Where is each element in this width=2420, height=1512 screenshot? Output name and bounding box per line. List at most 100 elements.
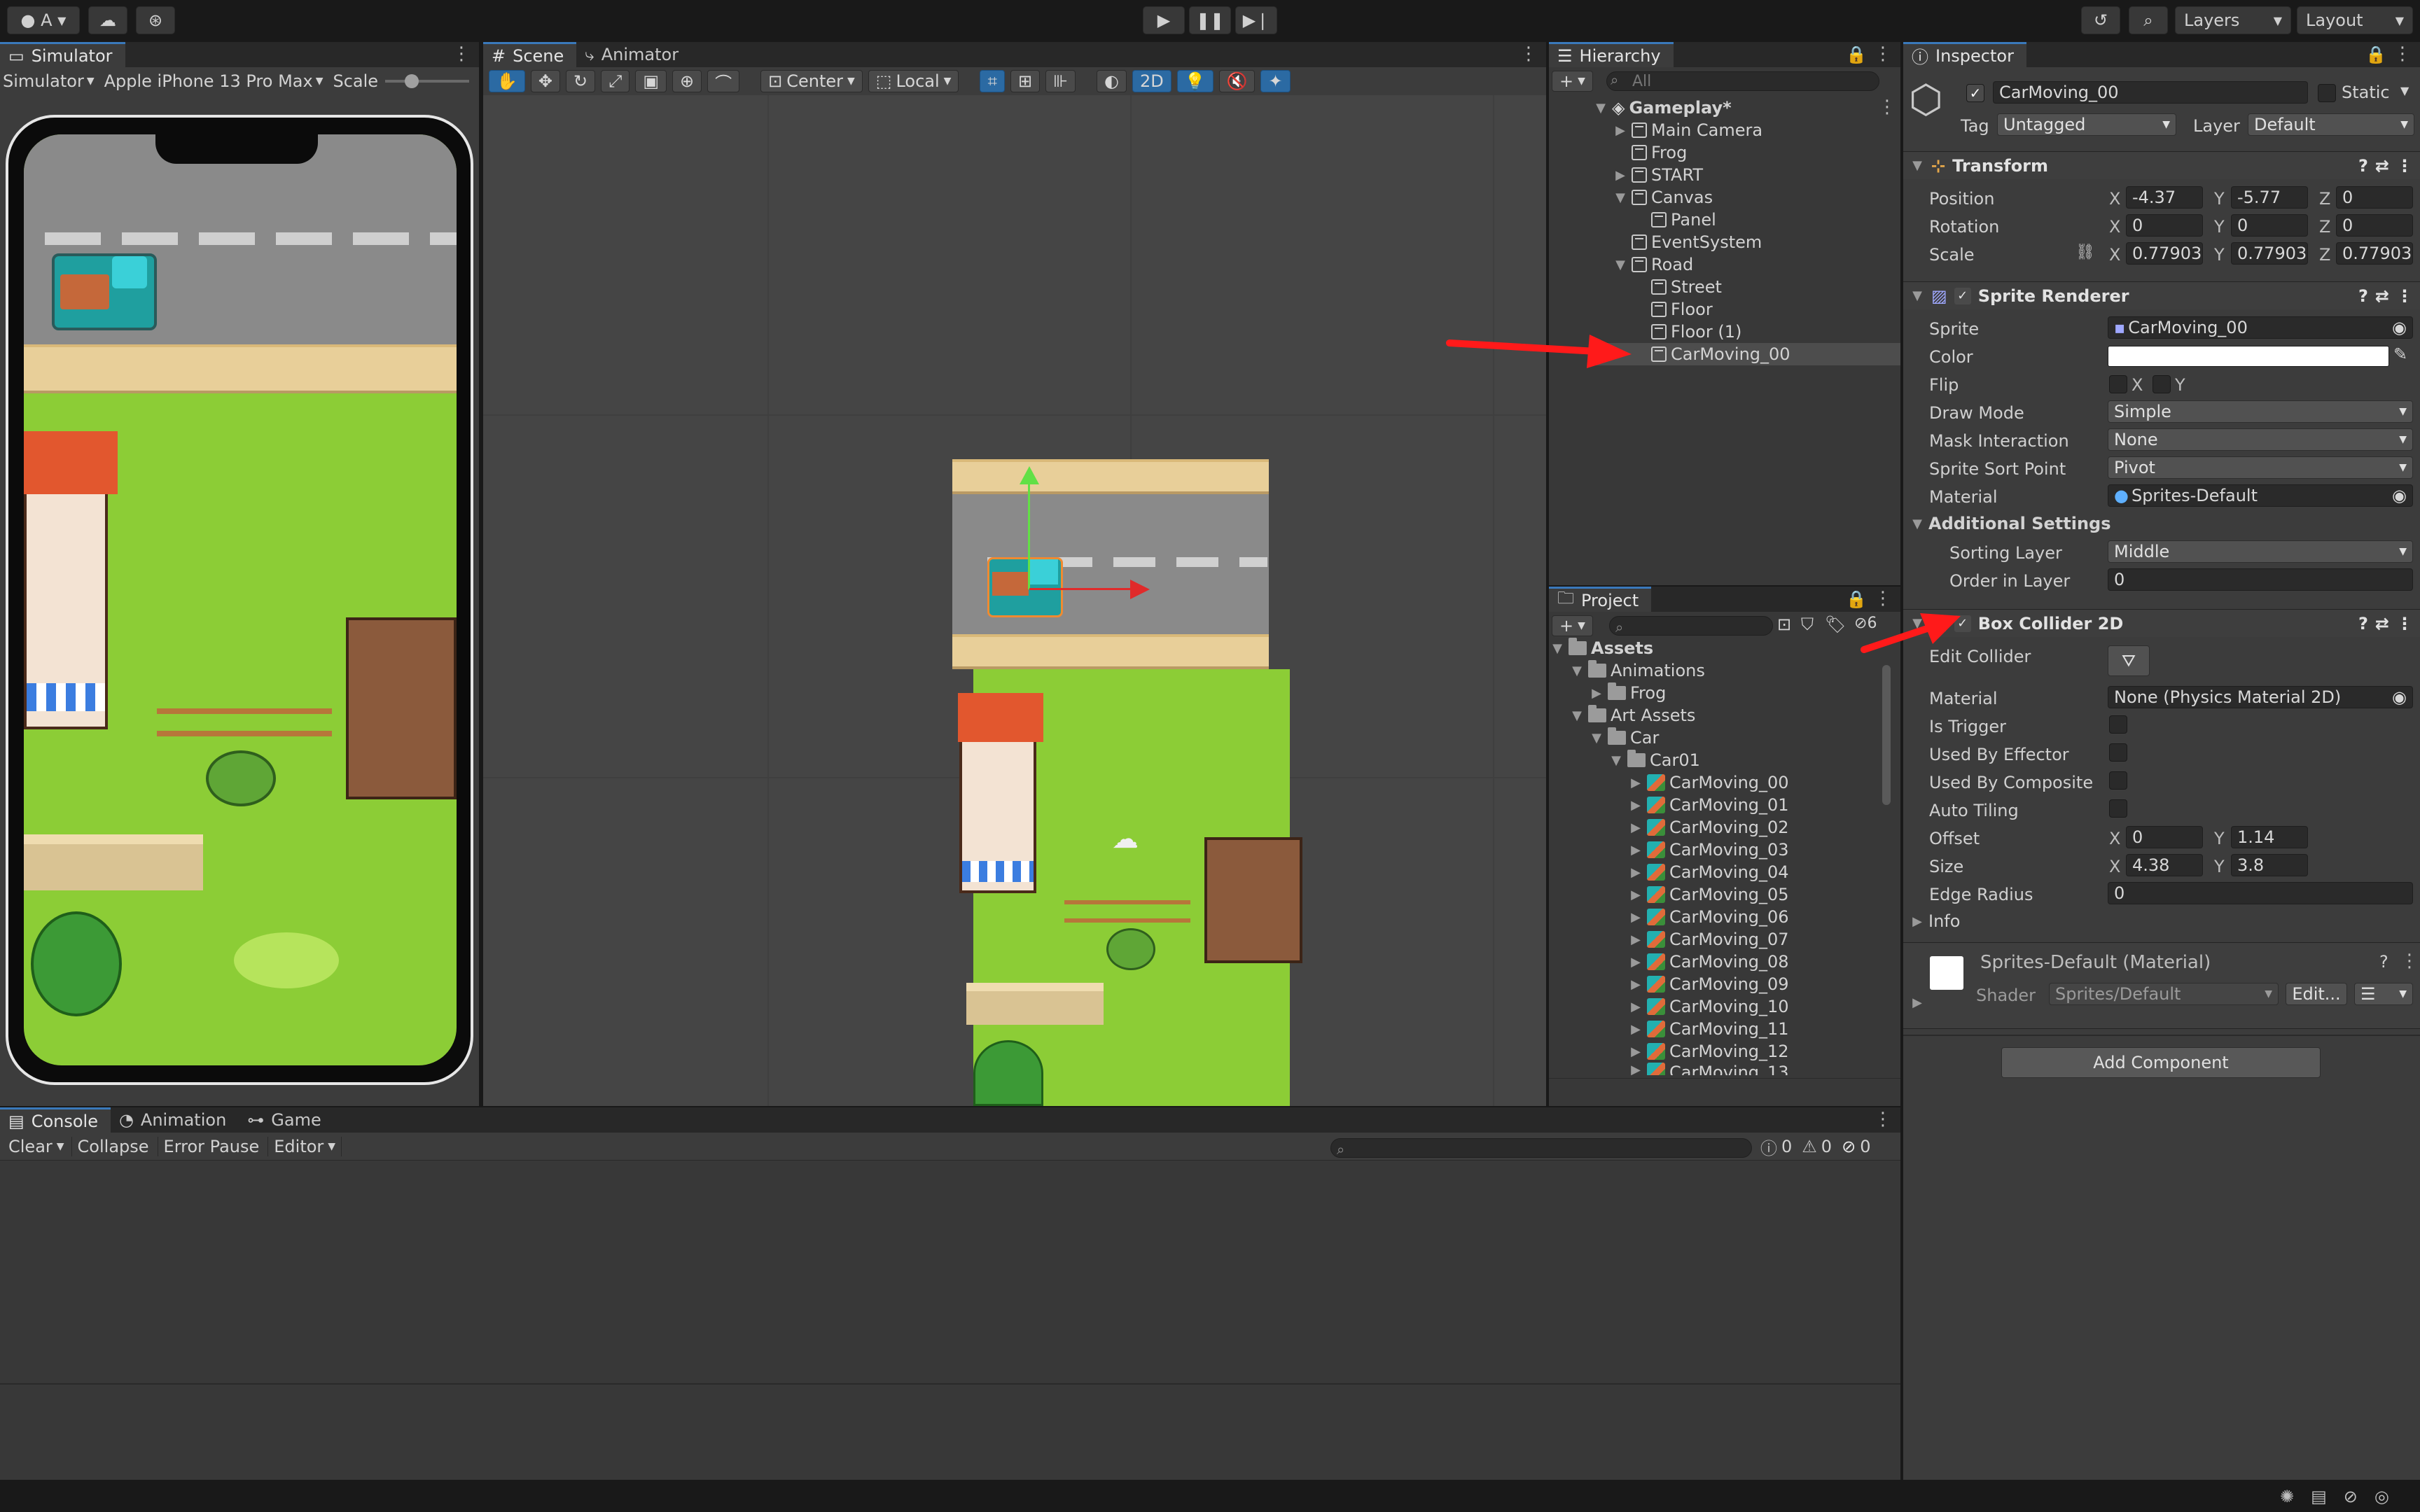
physics-material-field[interactable]: None (Physics Material 2D) ◉ (2108, 686, 2413, 708)
preset-icon[interactable]: ⇄ (2375, 156, 2389, 176)
add-component-button[interactable]: Add Component (2001, 1047, 2321, 1078)
enabled-checkbox[interactable]: ✓ (1954, 287, 1971, 304)
collab-button[interactable]: ⊛ (136, 6, 175, 34)
scale-slider[interactable] (385, 80, 469, 83)
draw-mode-button[interactable]: ◐ (1096, 70, 1127, 92)
panel-menu-icon[interactable]: ⋮ (1874, 1109, 1900, 1133)
size-y-field[interactable]: 3.8 (2231, 854, 2308, 876)
scale-x-field[interactable]: 0.77903 (2126, 242, 2203, 265)
rotation-z-field[interactable]: 0 (2336, 214, 2413, 237)
editor-target-dropdown[interactable]: Editor ▼ (267, 1137, 342, 1156)
hierarchy-search-input[interactable] (1606, 71, 1879, 91)
ruler-button[interactable]: ⊪ (1045, 70, 1076, 92)
move-tool-button[interactable]: ✥ (530, 70, 560, 92)
sprite-object-field[interactable]: ▪ CarMoving_00 ◉ (2108, 316, 2413, 339)
layer-dropdown[interactable]: Default ▼ (2248, 113, 2414, 136)
project-item-car01[interactable]: ▼ Car01 (1609, 749, 1700, 771)
panel-menu-icon[interactable]: ⋮ (452, 43, 479, 67)
custom-tool-button[interactable]: ⌒ (707, 70, 740, 93)
scene-menu-icon[interactable]: ⋮ (1878, 97, 1896, 118)
project-sprite-item[interactable]: ▶ CarMoving_06 (1629, 906, 1789, 928)
color-swatch[interactable] (2108, 346, 2389, 367)
project-sprite-item[interactable]: ▶ CarMoving_05 (1629, 883, 1789, 906)
mask-interaction-dropdown[interactable]: None ▼ (2108, 428, 2413, 451)
shader-options-dropdown[interactable]: ☰ ▼ (2354, 983, 2413, 1005)
scale-y-field[interactable]: 0.77903 (2231, 242, 2308, 265)
account-button[interactable]: ● A ▼ (7, 6, 80, 34)
help-icon[interactable]: ? (2358, 286, 2368, 306)
hand-tool-button[interactable]: ✋ (489, 70, 525, 92)
object-picker-icon[interactable]: ◉ (2392, 486, 2407, 505)
project-sprite-item[interactable]: ▶ CarMoving_08 (1629, 951, 1789, 973)
object-picker-icon[interactable]: ◉ (2392, 318, 2407, 337)
component-menu-icon[interactable]: ⋮ (2396, 156, 2420, 176)
progress-icon[interactable]: ◎ (2374, 1487, 2389, 1506)
size-x-field[interactable]: 4.38 (2126, 854, 2203, 876)
error-pause-button[interactable]: Error Pause (157, 1137, 265, 1156)
tab-hierarchy[interactable]: ☰ Hierarchy (1549, 42, 1674, 67)
scene-viewport[interactable]: ☁ (483, 95, 1546, 1106)
rect-tool-button[interactable]: ▣ (635, 70, 667, 92)
position-y-field[interactable]: -5.77 (2231, 186, 2308, 209)
tab-game[interactable]: ⊶ Game (239, 1107, 333, 1133)
collapse-button[interactable]: Collapse (71, 1137, 155, 1156)
error-filter-button[interactable]: ⊘ 0 (1842, 1137, 1870, 1156)
filter-label-icon[interactable]: ⛉ (1801, 615, 1814, 634)
panel-menu-icon[interactable]: ⋮ (1874, 43, 1900, 67)
flip-y-checkbox[interactable] (2153, 375, 2171, 393)
project-sprite-item[interactable]: ▶ CarMoving_09 (1629, 973, 1789, 995)
project-sprite-item[interactable]: ▶ CarMoving_02 (1629, 816, 1789, 839)
lighting-button[interactable]: 💡 (1176, 70, 1214, 92)
project-item-car[interactable]: ▼ Car (1590, 727, 1659, 749)
project-search-input[interactable]: ⌕ (1609, 616, 1773, 636)
play-button[interactable]: ▶ (1143, 6, 1185, 34)
layers-dropdown[interactable]: Layers ▼ (2175, 6, 2291, 34)
tab-inspector[interactable]: ⓘ Inspector (1903, 42, 2026, 67)
auto-tiling-checkbox[interactable] (2109, 799, 2127, 818)
scale-slider-handle[interactable] (405, 74, 419, 88)
lock-icon[interactable]: 🔒 (1846, 45, 1874, 67)
tab-project[interactable]: 🗀 Project (1549, 587, 1652, 612)
collapsed-arrow-icon[interactable]: ▶ (1910, 995, 1924, 1010)
order-in-layer-field[interactable]: 0 (2108, 568, 2413, 591)
sorting-layer-dropdown[interactable]: Middle ▼ (2108, 540, 2413, 563)
edit-shader-button[interactable]: Edit... (2286, 983, 2347, 1005)
tab-animator[interactable]: ⤷ Animator (576, 42, 691, 67)
simulator-mode-dropdown[interactable]: Simulator ▼ (3, 71, 95, 91)
scale-tool-button[interactable]: ⤢ (601, 70, 630, 92)
link-icon[interactable]: ⛓ (2075, 244, 2095, 261)
layout-dropdown[interactable]: Layout ▼ (2297, 6, 2413, 34)
auto-generate-lighting-icon[interactable]: ⊘ (2344, 1487, 2358, 1506)
rotate-tool-button[interactable]: ↻ (566, 70, 596, 92)
effects-button[interactable]: ✦ (1260, 70, 1291, 92)
additional-settings-foldout[interactable]: ▼ Additional Settings (1910, 514, 2110, 533)
component-menu-icon[interactable]: ⋮ (2400, 951, 2419, 972)
static-checkbox[interactable] (2318, 84, 2336, 102)
audio-button[interactable]: 🔇 (1218, 70, 1256, 92)
object-picker-icon[interactable]: ◉ (2392, 687, 2407, 707)
is-trigger-checkbox[interactable] (2109, 715, 2127, 734)
project-sprite-item[interactable]: ▶ CarMoving_11 (1629, 1018, 1789, 1040)
tag-dropdown[interactable]: Untagged ▼ (1997, 113, 2176, 136)
component-menu-icon[interactable]: ⋮ (2396, 286, 2420, 306)
transform-header[interactable]: ▼ ⊹ Transform ? ⇄ ⋮ (1903, 151, 2420, 179)
shader-dropdown[interactable]: Sprites/Default ▼ (2049, 983, 2279, 1005)
object-name-input[interactable]: CarMoving_00 (1993, 81, 2308, 104)
flip-x-checkbox[interactable] (2109, 375, 2127, 393)
material-object-field[interactable]: ● Sprites-Default ◉ (2108, 484, 2413, 507)
project-sprite-item[interactable]: ▶ CarMoving_07 (1629, 928, 1789, 951)
gizmo-x-axis[interactable] (1029, 588, 1134, 590)
panel-menu-icon[interactable]: ⋮ (1520, 43, 1546, 67)
hierarchy-item-start[interactable]: ▶ START (1613, 164, 1703, 186)
position-x-field[interactable]: -4.37 (2126, 186, 2203, 209)
box-collider-header[interactable]: ▼ ▣ ✓ Box Collider 2D ? ⇄ ⋮ (1903, 609, 2420, 637)
transform-tool-button[interactable]: ⊕ (672, 70, 702, 92)
device-dropdown[interactable]: Apple iPhone 13 Pro Max ▼ (104, 71, 324, 91)
preset-icon[interactable]: ⇄ (2375, 286, 2389, 306)
tab-scene[interactable]: # Scene (483, 42, 577, 67)
edit-collider-button[interactable]: ⛛ (2108, 645, 2150, 676)
warning-filter-button[interactable]: ⚠ 0 (1802, 1137, 1832, 1156)
hierarchy-item-floor[interactable]: Floor (1651, 298, 1713, 321)
tab-animation[interactable]: ◔ Animation (111, 1107, 239, 1133)
active-checkbox[interactable]: ✓ (1966, 84, 1984, 102)
